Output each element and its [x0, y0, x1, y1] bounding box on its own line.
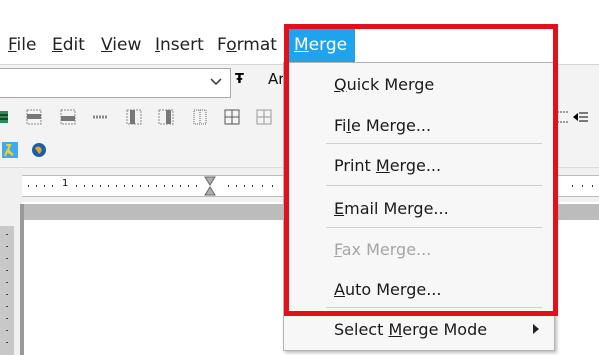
highlight-callout-box [284, 24, 558, 316]
chevron-down-icon[interactable] [210, 78, 222, 86]
insert-row-above-icon[interactable] [26, 109, 42, 125]
font-size-combo[interactable] [0, 68, 231, 98]
page-left-shadow [20, 204, 24, 355]
menu-item-select-merge-mode[interactable]: Select Merge Mode [334, 320, 487, 339]
ruler-mark-label: 1 [62, 178, 69, 189]
merge-cells-icon[interactable] [224, 109, 240, 125]
insert-column-right-icon[interactable] [158, 109, 174, 125]
insert-column-left-icon[interactable] [126, 109, 142, 125]
menu-file[interactable]: File [8, 26, 36, 64]
delete-row-icon[interactable] [92, 109, 108, 125]
vertical-ruler-ticks [6, 234, 8, 343]
menu-edit[interactable]: Edit [52, 26, 85, 64]
delete-column-icon[interactable] [192, 109, 208, 125]
submenu-arrow-icon [533, 324, 539, 334]
vertical-ruler [0, 226, 14, 355]
menu-view[interactable]: View [101, 26, 141, 64]
truetype-font-icon: Ŧ [235, 72, 244, 87]
menu-format[interactable]: Format [217, 26, 277, 64]
font-name-field[interactable]: Ar [268, 70, 284, 88]
menu-insert[interactable]: Insert [155, 26, 204, 64]
outdent-icon[interactable] [572, 109, 588, 125]
table-icon[interactable] [0, 109, 16, 125]
run-macro-icon[interactable] [2, 142, 18, 158]
split-cells-icon[interactable] [256, 109, 272, 125]
globe-icon[interactable] [31, 142, 47, 158]
insert-row-below-icon[interactable] [60, 109, 76, 125]
